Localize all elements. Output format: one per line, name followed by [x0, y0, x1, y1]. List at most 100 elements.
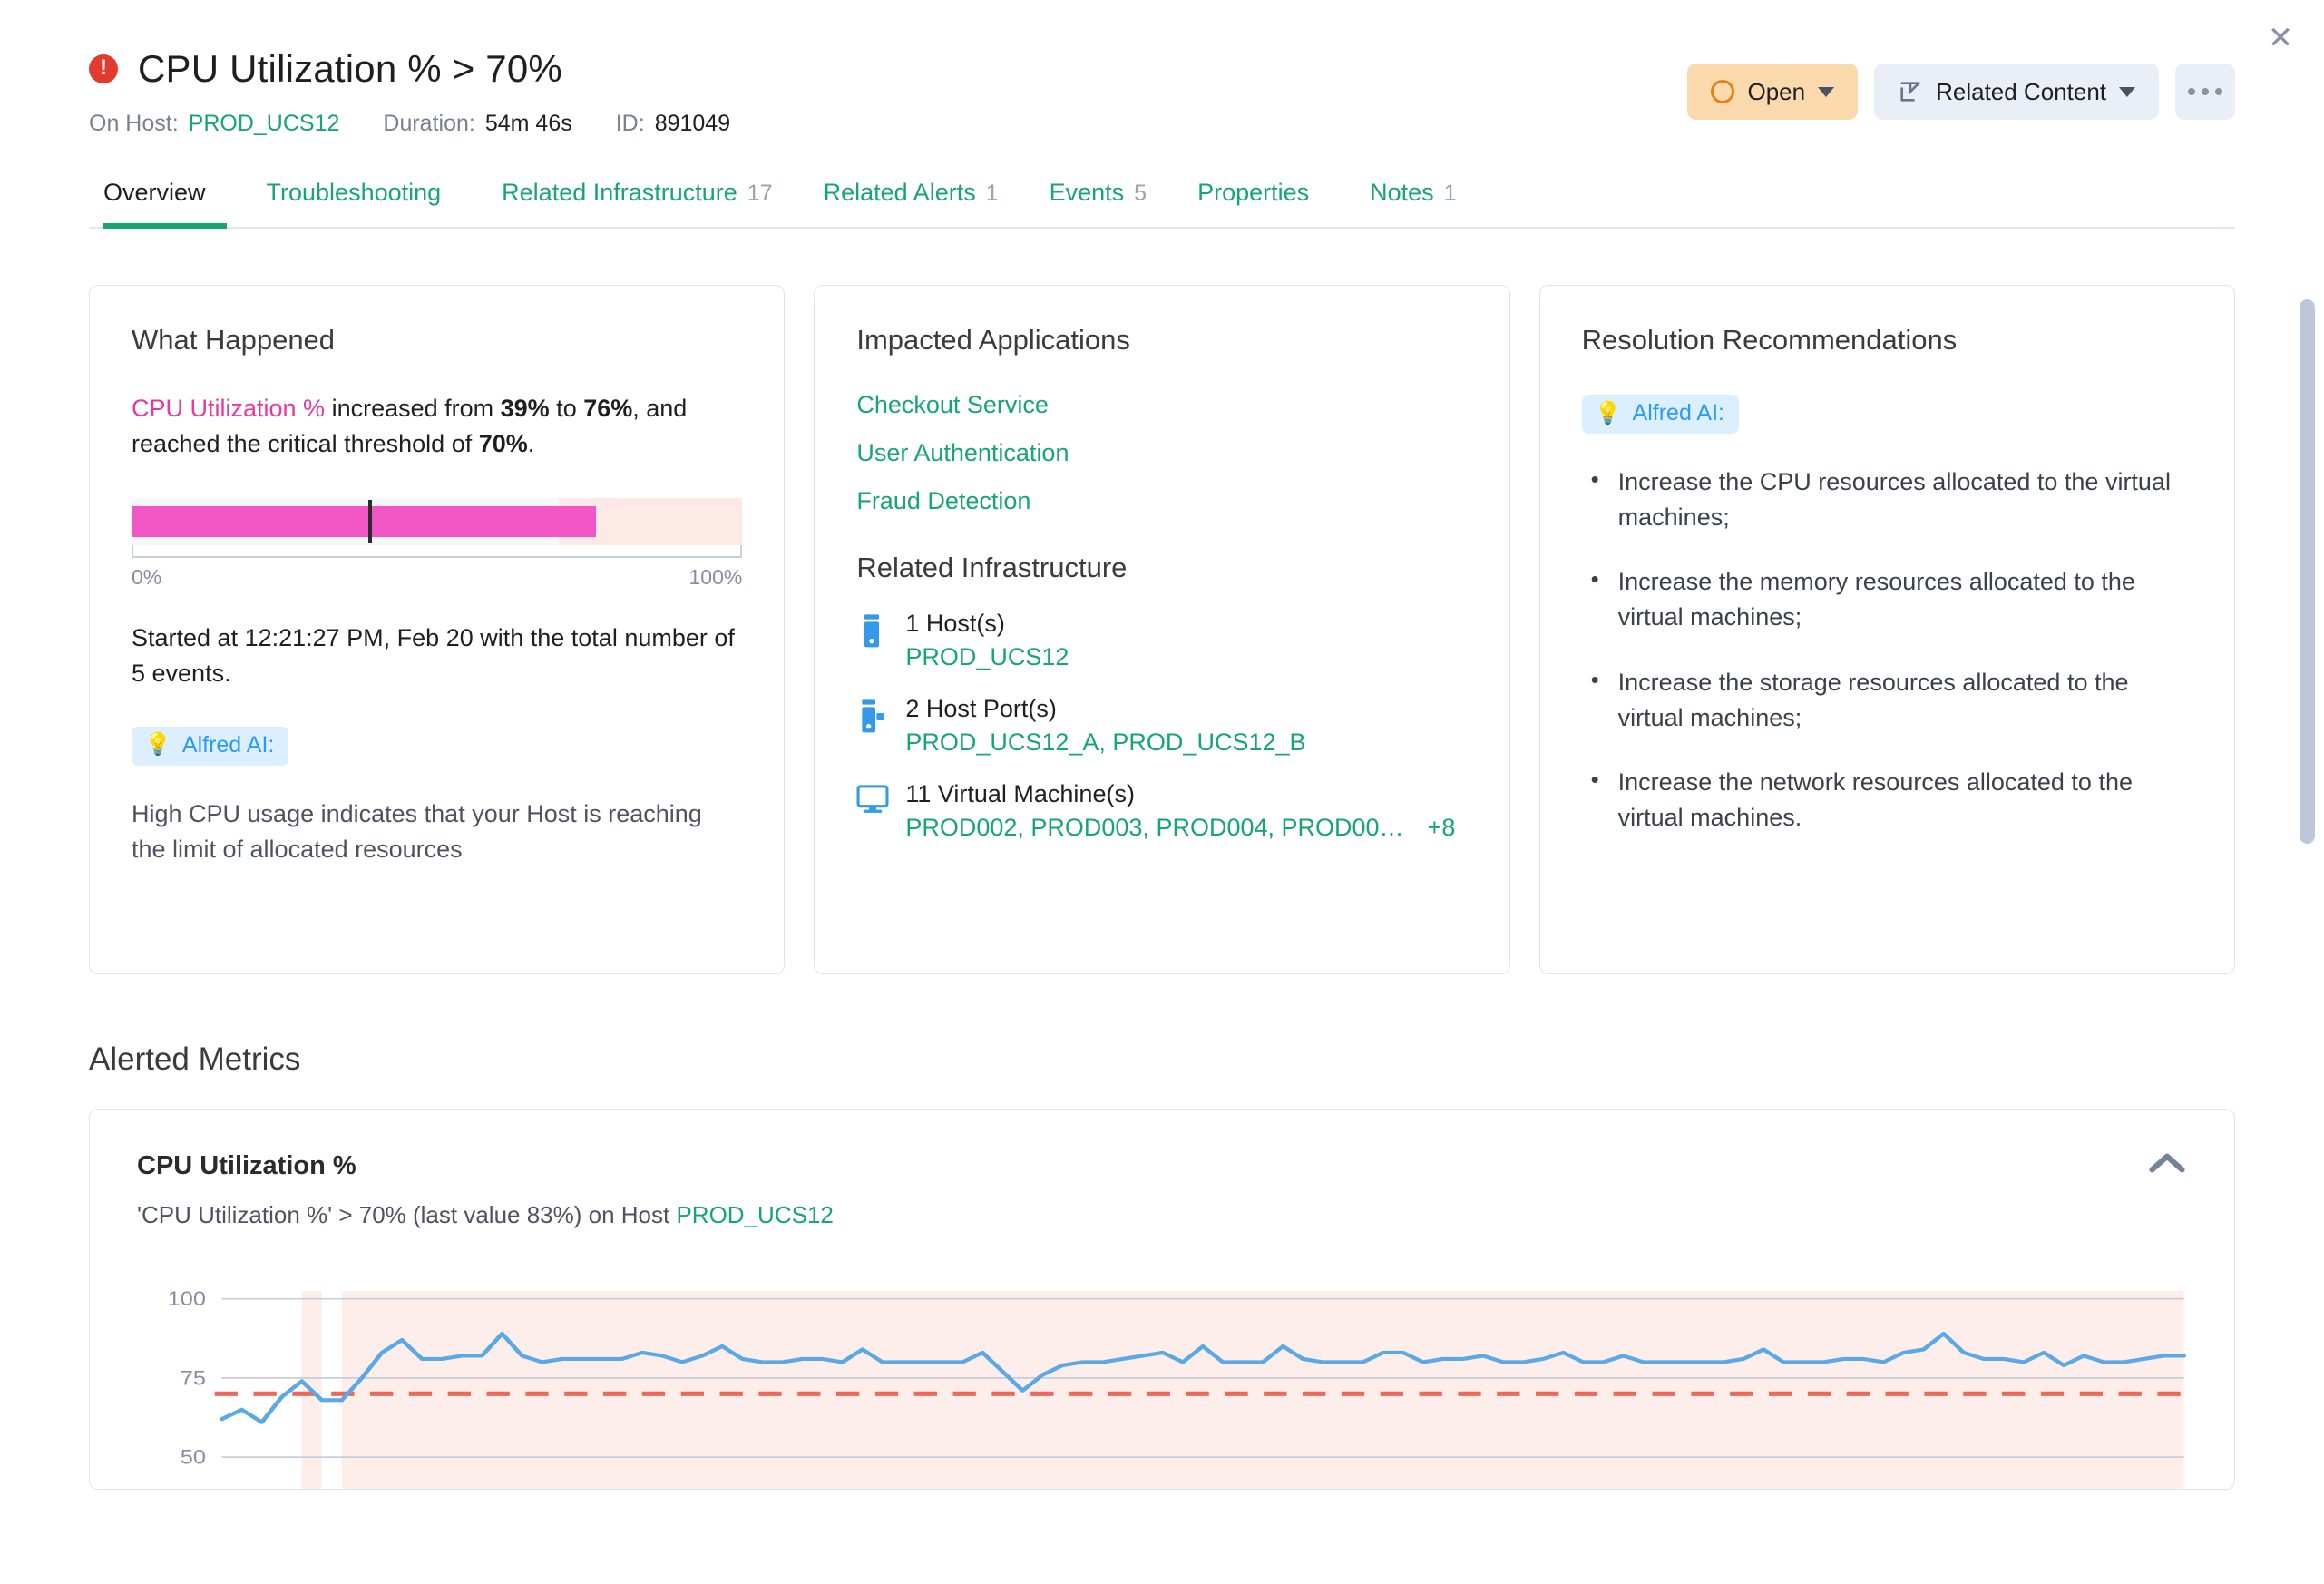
tab-properties[interactable]: Properties: [1172, 179, 1344, 227]
host-label: On Host:: [89, 111, 179, 136]
infra-row-host-ports: 2 Host Port(s) PROD_UCS12_A, PROD_UCS12_…: [856, 695, 1467, 757]
scrollbar-thumb[interactable]: [2300, 299, 2315, 844]
impacted-applications-title: Impacted Applications: [856, 324, 1130, 356]
tab-count: 1: [1443, 181, 1457, 206]
to-connector: to: [549, 395, 584, 422]
infra-count-hosts: 1 Host(s): [905, 610, 1005, 637]
utilization-gauge: 0% 100%: [132, 498, 743, 590]
alert-meta: On Host: PROD_UCS12 Duration: 54m 46s ID…: [89, 111, 774, 137]
meta-id: ID: 891049: [616, 111, 730, 137]
gauge-track: [132, 498, 743, 546]
gauge-fill: [132, 506, 596, 538]
dot-1: [2188, 88, 2195, 95]
resolution-title: Resolution Recommendations: [1581, 324, 1958, 356]
infra-row-hosts: 1 Host(s) PROD_UCS12: [856, 610, 1467, 671]
infra-names-host-ports[interactable]: PROD_UCS12_A, PROD_UCS12_B: [905, 728, 1305, 757]
related-content-button[interactable]: Related Content: [1874, 64, 2159, 120]
metric-subtitle-host[interactable]: PROD_UCS12: [676, 1201, 833, 1228]
header-row: ! CPU Utilization % > 70% On Host: PROD_…: [89, 0, 2235, 137]
infra-text: 1 Host(s) PROD_UCS12: [905, 610, 1069, 671]
meta-duration: Duration: 54m 46s: [383, 111, 571, 137]
gauge-axis: [132, 545, 743, 559]
tab-label: Events: [1049, 179, 1125, 206]
tab-troubleshooting[interactable]: Troubleshooting: [241, 179, 477, 227]
tab-label: Related Alerts: [823, 179, 976, 206]
header-actions: Open Related Content: [1687, 64, 2235, 120]
resolution-recommendations-card: Resolution Recommendations 💡 Alfred AI: …: [1538, 285, 2235, 974]
page-scrollbar[interactable]: [2300, 0, 2324, 1584]
what-happened-title: What Happened: [132, 324, 336, 356]
lightbulb-icon: 💡: [1594, 400, 1622, 425]
host-value-link[interactable]: PROD_UCS12: [189, 111, 340, 137]
alfred-ai-badge: 💡 Alfred AI:: [132, 726, 289, 766]
metric-card-subtitle: 'CPU Utilization %' > 70% (last value 83…: [137, 1201, 2187, 1229]
what-happened-sentence: CPU Utilization % increased from 39% to …: [132, 391, 742, 462]
sentence-period: .: [527, 430, 535, 458]
alert-detail-page: ! CPU Utilization % > 70% On Host: PROD_…: [0, 0, 2324, 1490]
duration-label: Duration:: [383, 111, 475, 136]
tab-count: 5: [1134, 181, 1147, 206]
alerted-metrics-title: Alerted Metrics: [89, 1041, 301, 1077]
app-link-fraud-detection[interactable]: Fraud Detection: [856, 487, 1467, 515]
more-options-button[interactable]: [2175, 64, 2235, 120]
close-icon[interactable]: ✕: [2262, 20, 2299, 56]
tab-label: Notes: [1370, 179, 1434, 206]
recommendation-item: Increase the CPU resources allocated to …: [1582, 463, 2192, 535]
infra-names-vms[interactable]: PROD002, PROD003, PROD004, PROD00… +8: [905, 814, 1455, 842]
alert-circle-icon: !: [89, 54, 118, 83]
chevron-down-icon: [2119, 86, 2135, 97]
sentence-mid: increased from: [325, 395, 501, 422]
status-dropdown-button[interactable]: Open: [1687, 64, 1859, 120]
header-left: ! CPU Utilization % > 70% On Host: PROD_…: [89, 47, 774, 137]
related-infrastructure-title: Related Infrastructure: [856, 552, 1128, 583]
chevron-down-icon: [1818, 86, 1835, 97]
tab-label: Related Infrastructure: [502, 179, 737, 206]
dot-3: [2215, 88, 2222, 95]
tab-overview[interactable]: Overview: [89, 179, 241, 229]
app-link-user-authentication[interactable]: User Authentication: [856, 439, 1467, 467]
overview-cards: What Happened CPU Utilization % increase…: [89, 285, 2235, 974]
infra-names-hosts[interactable]: PROD_UCS12: [905, 643, 1069, 671]
lightbulb-icon: 💡: [144, 732, 171, 758]
tab-related-alerts[interactable]: Related Alerts 1: [798, 179, 1024, 227]
server-port-icon: [856, 699, 887, 735]
dot-2: [2202, 88, 2209, 95]
page-title: CPU Utilization % > 70%: [138, 47, 562, 90]
external-link-icon: [1898, 79, 1923, 104]
vm-names: PROD002, PROD003, PROD004, PROD00…: [905, 814, 1404, 841]
started-text: Started at 12:21:27 PM, Feb 20 with the …: [132, 624, 735, 688]
gauge-max-label: 100%: [688, 565, 743, 590]
vm-more-link[interactable]: +8: [1428, 814, 1456, 841]
recommendation-item: Increase the memory resources allocated …: [1582, 562, 2192, 635]
duration-value: 54m 46s: [484, 111, 572, 136]
chevron-up-icon[interactable]: [2147, 1148, 2187, 1178]
what-happened-card: What Happened CPU Utilization % increase…: [89, 285, 786, 974]
alfred-ai-label: Alfred AI:: [1632, 400, 1724, 425]
tab-label: Properties: [1197, 179, 1310, 206]
alfred-ai-label: Alfred AI:: [181, 731, 275, 758]
id-label: ID:: [615, 111, 645, 136]
monitor-icon: [856, 784, 889, 820]
meta-host: On Host: PROD_UCS12: [89, 111, 339, 137]
id-value: 891049: [654, 111, 731, 136]
server-icon: [856, 613, 887, 650]
status-label: Open: [1747, 77, 1806, 105]
app-link-checkout-service[interactable]: Checkout Service: [856, 391, 1467, 419]
tab-count: 1: [985, 181, 999, 206]
tab-label: Overview: [103, 179, 206, 206]
exclamation-glyph: !: [100, 55, 107, 80]
infra-count-host-ports: 2 Host Port(s): [905, 695, 1057, 722]
infra-text: 11 Virtual Machine(s) PROD002, PROD003, …: [905, 780, 1455, 842]
tab-count: 17: [747, 181, 773, 206]
infra-row-virtual-machines: 11 Virtual Machine(s) PROD002, PROD003, …: [856, 780, 1467, 842]
recommendation-item: Increase the storage resources allocated…: [1582, 663, 2192, 736]
tab-notes[interactable]: Notes 1: [1344, 179, 1481, 227]
tab-related-infrastructure[interactable]: Related Infrastructure 17: [476, 179, 797, 227]
tab-events[interactable]: Events 5: [1024, 179, 1172, 227]
from-value: 39%: [500, 395, 550, 422]
impacted-applications-card: Impacted Applications Checkout Service U…: [814, 285, 1510, 974]
tab-label: Troubleshooting: [266, 179, 442, 206]
cpu-utilization-chart[interactable]: 50 75 100: [137, 1291, 2203, 1489]
metric-card-title: CPU Utilization %: [137, 1151, 356, 1180]
gauge-start-marker: [367, 500, 372, 544]
